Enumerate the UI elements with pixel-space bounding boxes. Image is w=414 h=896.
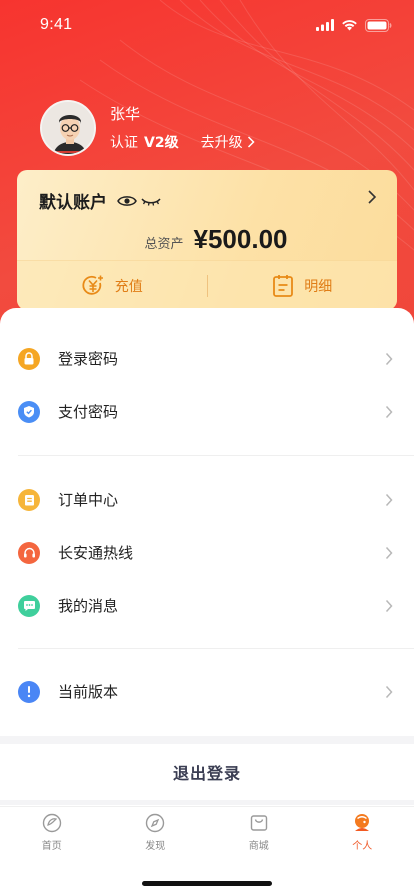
tab-label: 个人	[352, 841, 373, 852]
menu-label: 当前版本	[58, 683, 119, 701]
tab-bar: 首页 发现 商城 个人	[0, 806, 414, 896]
home-icon	[42, 813, 61, 833]
order-icon	[18, 488, 40, 511]
chevron-right-icon	[382, 599, 396, 613]
wifi-icon	[342, 20, 357, 31]
menu-label: 订单中心	[58, 491, 119, 509]
menu-label: 登录密码	[58, 350, 119, 368]
eye-open-icon	[117, 195, 137, 206]
chevron-right-icon	[382, 493, 396, 507]
card-actions: 充值 明细	[17, 260, 397, 310]
menu-item-version[interactable]: 当前版本	[0, 665, 414, 718]
yuan-plus-icon	[82, 275, 103, 295]
home-indicator	[142, 881, 272, 886]
menu-group-about: 当前版本	[0, 665, 414, 718]
menu-group-services: 订单中心 长安通热线 我的消息	[0, 473, 414, 632]
tab-profile[interactable]: 个人	[311, 813, 414, 861]
certification-row: 认证 V2级 去升级	[110, 132, 255, 152]
logout-button[interactable]: 退出登录	[0, 744, 414, 800]
headset-icon	[18, 541, 40, 564]
tab-discover[interactable]: 发现	[104, 813, 208, 861]
profile-info: 张华 认证 V2级 去升级	[110, 104, 255, 152]
cert-label: 认证	[110, 135, 138, 151]
visibility-toggle[interactable]	[117, 194, 161, 208]
cert-level: V2级	[144, 135, 179, 151]
balance-row: 总资产 ¥500.00	[17, 224, 397, 255]
section-gap	[0, 800, 414, 805]
account-title: 默认账户	[39, 193, 107, 213]
menu-item-hotline[interactable]: 长安通热线	[0, 526, 414, 579]
group-divider	[18, 455, 414, 456]
avatar[interactable]	[40, 100, 96, 156]
recharge-button[interactable]: 充值	[17, 274, 207, 298]
compass-icon	[146, 813, 165, 833]
detail-list-icon	[273, 274, 294, 297]
tabs: 首页 发现 商城 个人	[0, 813, 414, 861]
message-icon	[18, 594, 40, 617]
recharge-label: 充值	[114, 278, 143, 295]
battery-icon	[365, 18, 392, 32]
chevron-right-icon	[247, 136, 255, 148]
group-divider	[18, 648, 414, 649]
menu-item-messages[interactable]: 我的消息	[0, 579, 414, 632]
menu-item-payment-password[interactable]: 支付密码	[0, 385, 414, 438]
menu-group-security: 登录密码 支付密码	[0, 332, 414, 438]
details-label: 明细	[304, 278, 333, 295]
status-bar: 9:41	[0, 0, 414, 50]
signal-icon	[316, 19, 334, 31]
menu-label: 支付密码	[58, 403, 119, 421]
chevron-right-icon	[382, 546, 396, 560]
account-card[interactable]: 默认账户 总资产 ¥500.00 充值 明细	[17, 170, 397, 310]
avatar-illustration	[42, 102, 94, 154]
menu-label: 我的消息	[58, 597, 119, 615]
card-header: 默认账户	[39, 188, 161, 213]
chevron-right-icon	[382, 352, 396, 366]
menu-item-login-password[interactable]: 登录密码	[0, 332, 414, 385]
balance-value: ¥500.00	[193, 224, 288, 254]
balance-label: 总资产	[144, 237, 184, 252]
menu-label: 长安通热线	[58, 544, 134, 562]
tab-mall[interactable]: 商城	[207, 813, 311, 861]
user-name: 张华	[110, 105, 141, 123]
chevron-right-icon	[382, 405, 396, 419]
info-icon	[18, 680, 40, 703]
tab-home[interactable]: 首页	[0, 813, 104, 861]
person-icon	[355, 814, 370, 831]
shop-bag-icon	[250, 815, 267, 831]
lock-icon	[18, 347, 40, 370]
chevron-right-icon[interactable]	[367, 189, 377, 205]
upgrade-link[interactable]: 去升级	[201, 132, 255, 152]
tab-label: 商城	[248, 841, 269, 852]
tab-label: 发现	[145, 841, 166, 852]
chevron-right-icon	[382, 685, 396, 699]
shield-icon	[18, 400, 40, 423]
profile-section: 张华 认证 V2级 去升级	[40, 100, 255, 156]
section-gap	[0, 736, 414, 744]
eye-closed-icon	[141, 197, 161, 206]
details-button[interactable]: 明细	[208, 274, 398, 298]
tab-label: 首页	[41, 841, 62, 852]
status-time: 9:41	[40, 16, 73, 33]
upgrade-label: 去升级	[200, 135, 243, 151]
status-icons	[316, 18, 392, 32]
menu-item-order-center[interactable]: 订单中心	[0, 473, 414, 526]
